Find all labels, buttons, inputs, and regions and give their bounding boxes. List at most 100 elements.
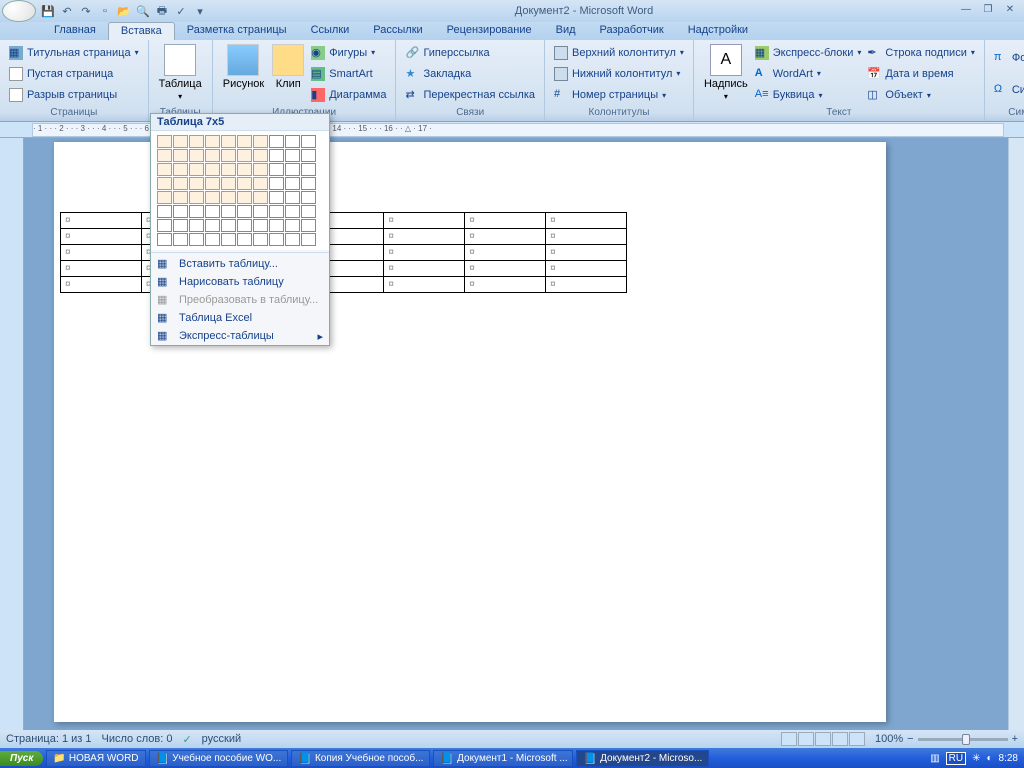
- table-menu-item[interactable]: ▦Экспресс-таблицы▸: [151, 327, 329, 345]
- table-menu-item[interactable]: ▦Нарисовать таблицу: [151, 273, 329, 291]
- tab-page-layout[interactable]: Разметка страницы: [175, 22, 299, 40]
- grid-cell[interactable]: [301, 163, 316, 176]
- table-cell[interactable]: ¤: [465, 245, 546, 261]
- grid-cell[interactable]: [189, 233, 204, 246]
- table-cell[interactable]: ¤: [546, 213, 627, 229]
- grid-cell[interactable]: [253, 205, 268, 218]
- tray-icon[interactable]: ▥: [930, 753, 939, 764]
- grid-cell[interactable]: [221, 219, 236, 232]
- grid-cell[interactable]: [157, 205, 172, 218]
- grid-cell[interactable]: [237, 219, 252, 232]
- zoom-control[interactable]: 100% − +: [875, 733, 1018, 745]
- redo-icon[interactable]: ↷: [78, 3, 94, 19]
- grid-cell[interactable]: [285, 205, 300, 218]
- footer-button[interactable]: Нижний колонтитул: [551, 66, 687, 82]
- grid-cell[interactable]: [269, 177, 284, 190]
- table-size-grid[interactable]: [151, 131, 329, 250]
- table-cell[interactable]: ¤: [61, 213, 142, 229]
- grid-cell[interactable]: [173, 177, 188, 190]
- bookmark-button[interactable]: ★Закладка: [402, 66, 538, 82]
- table-cell[interactable]: ¤: [61, 261, 142, 277]
- table-button[interactable]: Таблица▾: [155, 42, 206, 106]
- grid-cell[interactable]: [205, 191, 220, 204]
- table-cell[interactable]: ¤: [546, 229, 627, 245]
- table-cell[interactable]: ¤: [61, 277, 142, 293]
- grid-cell[interactable]: [285, 191, 300, 204]
- grid-cell[interactable]: [157, 163, 172, 176]
- tray-icon[interactable]: ◐: [986, 753, 992, 764]
- grid-cell[interactable]: [221, 177, 236, 190]
- status-proof-icon[interactable]: ✓: [182, 733, 191, 746]
- taskbar-item[interactable]: Документ1 - Microsoft ...: [433, 750, 573, 767]
- grid-cell[interactable]: [269, 205, 284, 218]
- grid-cell[interactable]: [253, 135, 268, 148]
- grid-cell[interactable]: [237, 205, 252, 218]
- system-tray[interactable]: ▥ RU ✳ ◐ 8:28: [924, 752, 1024, 765]
- dropcap-button[interactable]: A≡Буквица: [752, 87, 865, 103]
- clipart-button[interactable]: Клип: [268, 42, 308, 106]
- grid-cell[interactable]: [205, 135, 220, 148]
- grid-cell[interactable]: [285, 163, 300, 176]
- grid-cell[interactable]: [157, 191, 172, 204]
- table-cell[interactable]: ¤: [546, 245, 627, 261]
- grid-cell[interactable]: [269, 219, 284, 232]
- tab-developer[interactable]: Разработчик: [588, 22, 676, 40]
- grid-cell[interactable]: [157, 219, 172, 232]
- grid-cell[interactable]: [221, 205, 236, 218]
- table-cell[interactable]: ¤: [384, 229, 465, 245]
- cover-page-button[interactable]: ▦Титульная страница: [6, 45, 142, 61]
- signature-button[interactable]: ✒Строка подписи: [864, 45, 977, 61]
- grid-cell[interactable]: [301, 177, 316, 190]
- save-icon[interactable]: 💾: [40, 3, 56, 19]
- table-cell[interactable]: ¤: [546, 261, 627, 277]
- symbol-button[interactable]: ΩСимвол: [991, 82, 1024, 98]
- grid-cell[interactable]: [253, 233, 268, 246]
- new-icon[interactable]: ▫: [97, 3, 113, 19]
- grid-cell[interactable]: [221, 191, 236, 204]
- undo-icon[interactable]: ↶: [59, 3, 75, 19]
- status-words[interactable]: Число слов: 0: [102, 733, 173, 745]
- office-button[interactable]: [2, 0, 36, 22]
- grid-cell[interactable]: [173, 163, 188, 176]
- grid-cell[interactable]: [173, 219, 188, 232]
- print-preview-icon[interactable]: 🔍: [135, 3, 151, 19]
- table-cell[interactable]: ¤: [384, 277, 465, 293]
- textbox-button[interactable]: AНадпись▾: [700, 42, 752, 106]
- chart-button[interactable]: ▮Диаграмма: [308, 87, 389, 103]
- pagenumber-button[interactable]: #Номер страницы: [551, 87, 687, 103]
- header-button[interactable]: Верхний колонтитул: [551, 45, 687, 61]
- blank-page-button[interactable]: Пустая страница: [6, 66, 142, 82]
- zoom-out-button[interactable]: −: [907, 733, 913, 745]
- tab-mailings[interactable]: Рассылки: [361, 22, 434, 40]
- crossref-button[interactable]: ⇄Перекрестная ссылка: [402, 87, 538, 103]
- table-cell[interactable]: ¤: [465, 261, 546, 277]
- grid-cell[interactable]: [205, 233, 220, 246]
- tab-addins[interactable]: Надстройки: [676, 22, 760, 40]
- grid-cell[interactable]: [253, 219, 268, 232]
- table-cell[interactable]: ¤: [465, 277, 546, 293]
- tray-icon[interactable]: ✳: [972, 753, 980, 764]
- table-cell[interactable]: ¤: [384, 245, 465, 261]
- grid-cell[interactable]: [189, 177, 204, 190]
- grid-cell[interactable]: [237, 233, 252, 246]
- qat-more-icon[interactable]: ▾: [192, 3, 208, 19]
- grid-cell[interactable]: [221, 149, 236, 162]
- tab-view[interactable]: Вид: [544, 22, 588, 40]
- grid-cell[interactable]: [285, 177, 300, 190]
- grid-cell[interactable]: [253, 177, 268, 190]
- grid-cell[interactable]: [157, 177, 172, 190]
- grid-cell[interactable]: [173, 149, 188, 162]
- grid-cell[interactable]: [189, 135, 204, 148]
- grid-cell[interactable]: [237, 163, 252, 176]
- tab-references[interactable]: Ссылки: [299, 22, 362, 40]
- table-cell[interactable]: ¤: [546, 277, 627, 293]
- grid-cell[interactable]: [173, 191, 188, 204]
- hyperlink-button[interactable]: 🔗Гиперссылка: [402, 45, 538, 61]
- grid-cell[interactable]: [173, 205, 188, 218]
- tab-insert[interactable]: Вставка: [108, 22, 175, 40]
- vertical-scrollbar[interactable]: [1008, 138, 1024, 730]
- close-button[interactable]: ✕: [1000, 4, 1020, 18]
- grid-cell[interactable]: [285, 135, 300, 148]
- clock[interactable]: 8:28: [999, 753, 1018, 764]
- grid-cell[interactable]: [301, 191, 316, 204]
